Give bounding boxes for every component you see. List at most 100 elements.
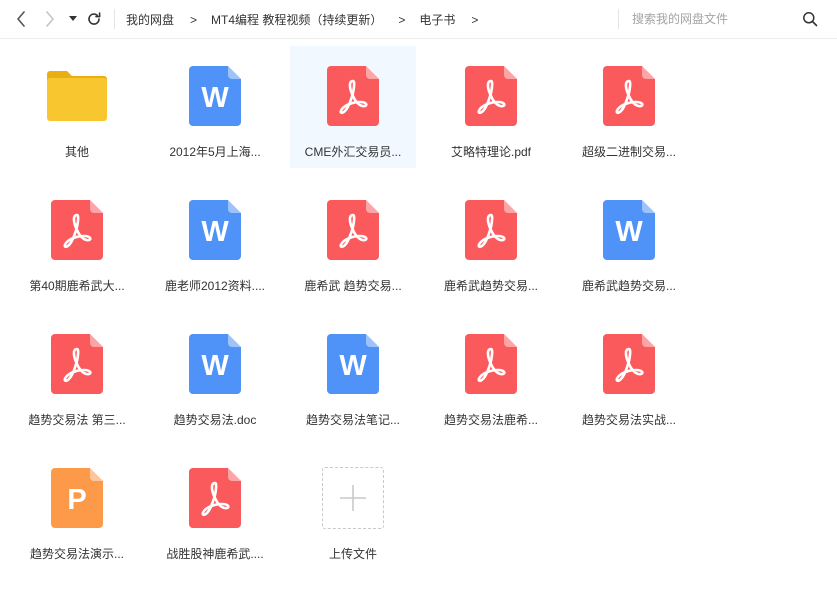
chevron-right-icon	[46, 11, 54, 27]
back-button[interactable]	[10, 8, 32, 30]
file-name: 鹿希武 趋势交易...	[304, 279, 402, 293]
chevron-left-icon	[17, 11, 25, 27]
breadcrumb-separator: >	[190, 12, 198, 27]
svg-text:P: P	[67, 484, 86, 516]
file-name: 趋势交易法 第三...	[28, 413, 126, 427]
file-name: 趋势交易法实战...	[581, 413, 676, 427]
file-item[interactable]: 趋势交易法鹿希...	[428, 314, 554, 436]
pdf-file-icon	[51, 334, 103, 394]
search-icon[interactable]	[802, 11, 818, 27]
word-file-icon: W	[603, 200, 655, 260]
tile-icon: W	[566, 198, 692, 262]
tile-icon: W	[290, 332, 416, 396]
file-item[interactable]: 战胜股神鹿希武....	[152, 448, 278, 570]
search-bar	[618, 0, 837, 39]
tile-icon: W	[152, 332, 278, 396]
ppt-file-icon: P	[51, 468, 103, 528]
file-item[interactable]: 艾略特理论.pdf	[428, 46, 554, 168]
pdf-file-icon	[189, 468, 241, 528]
pdf-file-icon	[327, 200, 379, 260]
pdf-file-icon	[603, 66, 655, 126]
file-name: 2012年5月上海...	[169, 145, 261, 159]
pdf-file-icon	[465, 334, 517, 394]
tile-icon: W	[152, 198, 278, 262]
upload-file-button[interactable]: 上传文件	[290, 448, 416, 570]
toolbar: 我的网盘 > MT4编程 教程视频（持续更新） > 电子书 >	[0, 0, 837, 39]
history-dropdown-button[interactable]	[64, 8, 82, 30]
tile-icon	[566, 332, 692, 396]
file-item[interactable]: W 趋势交易法笔记...	[290, 314, 416, 436]
plus-icon	[340, 485, 366, 511]
search-divider	[618, 9, 619, 29]
file-item[interactable]: 趋势交易法实战...	[566, 314, 692, 436]
svg-text:W: W	[339, 350, 367, 382]
tile-icon	[290, 198, 416, 262]
tile-icon	[428, 64, 554, 128]
file-item[interactable]: 鹿希武 趋势交易...	[290, 180, 416, 302]
word-file-icon: W	[189, 200, 241, 260]
tile-icon: W	[152, 64, 278, 128]
word-file-icon: W	[189, 334, 241, 394]
word-file-icon: W	[327, 334, 379, 394]
file-name: 鹿希武趋势交易...	[581, 279, 676, 293]
upload-label: 上传文件	[328, 547, 377, 561]
breadcrumb-item-ebooks[interactable]: 电子书	[419, 11, 455, 28]
svg-text:W: W	[615, 216, 643, 248]
file-name: 趋势交易法笔记...	[305, 413, 400, 427]
file-item[interactable]: CME外汇交易员...	[290, 46, 416, 168]
svg-text:W: W	[201, 82, 229, 114]
tile-icon: P	[14, 466, 140, 530]
pdf-file-icon	[327, 66, 379, 126]
tile-icon	[152, 466, 278, 530]
file-item[interactable]: P 趋势交易法演示...	[14, 448, 140, 570]
file-item[interactable]: 第40期鹿希武大...	[14, 180, 140, 302]
pdf-file-icon	[465, 200, 517, 260]
tile-icon	[290, 466, 416, 530]
tile-icon	[566, 64, 692, 128]
breadcrumb-item-root[interactable]: 我的网盘	[126, 11, 174, 28]
toolbar-divider	[114, 9, 115, 29]
refresh-button[interactable]	[83, 8, 105, 30]
file-item[interactable]: W 趋势交易法.doc	[152, 314, 278, 436]
breadcrumb-separator: >	[471, 12, 479, 27]
breadcrumb-item-course[interactable]: MT4编程 教程视频（持续更新）	[211, 11, 382, 28]
word-file-icon: W	[189, 66, 241, 126]
breadcrumb-separator: >	[398, 12, 406, 27]
tile-icon	[428, 198, 554, 262]
file-item[interactable]: W 2012年5月上海...	[152, 46, 278, 168]
tile-icon	[14, 64, 140, 128]
file-item[interactable]: W 鹿希武趋势交易...	[566, 180, 692, 302]
forward-button[interactable]	[39, 8, 61, 30]
file-name: 趋势交易法演示...	[29, 547, 124, 561]
file-item[interactable]: 趋势交易法 第三...	[14, 314, 140, 436]
file-name: 战胜股神鹿希武....	[166, 547, 264, 561]
caret-down-icon	[69, 16, 77, 21]
file-item[interactable]: 鹿希武趋势交易...	[428, 180, 554, 302]
tile-icon	[14, 332, 140, 396]
file-name: CME外汇交易员...	[304, 145, 402, 159]
folder-icon	[47, 71, 107, 121]
file-item[interactable]: W 鹿老师2012资料....	[152, 180, 278, 302]
file-name: 鹿老师2012资料....	[164, 279, 266, 293]
breadcrumb: 我的网盘 > MT4编程 教程视频（持续更新） > 电子书 >	[126, 0, 492, 39]
pdf-file-icon	[465, 66, 517, 126]
file-name: 艾略特理论.pdf	[450, 145, 532, 159]
folder-item[interactable]: 其他	[14, 46, 140, 168]
file-name: 第40期鹿希武大...	[29, 279, 125, 293]
refresh-icon	[88, 12, 101, 25]
file-name: 趋势交易法.doc	[173, 413, 257, 427]
tile-icon	[428, 332, 554, 396]
upload-box	[322, 467, 384, 529]
svg-text:W: W	[201, 350, 229, 382]
file-name: 鹿希武趋势交易...	[443, 279, 538, 293]
file-name: 其他	[64, 145, 89, 159]
file-name: 趋势交易法鹿希...	[443, 413, 538, 427]
file-name: 超级二进制交易...	[581, 145, 676, 159]
tile-icon	[14, 198, 140, 262]
tile-icon	[290, 64, 416, 128]
search-input[interactable]	[632, 9, 792, 29]
svg-text:W: W	[201, 216, 229, 248]
pdf-file-icon	[51, 200, 103, 260]
pdf-file-icon	[603, 334, 655, 394]
file-item[interactable]: 超级二进制交易...	[566, 46, 692, 168]
